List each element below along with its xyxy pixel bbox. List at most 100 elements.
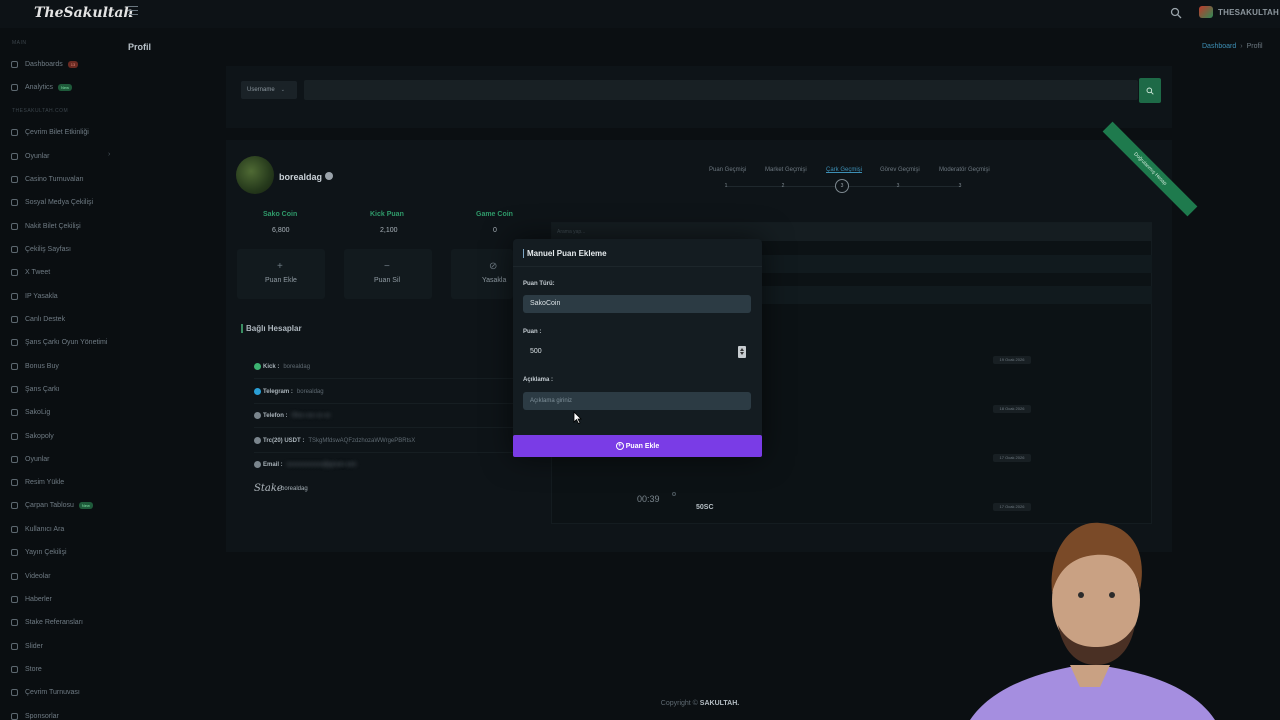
- sidebar-item-cekilis[interactable]: Çekiliş Sayfası: [11, 242, 71, 256]
- sidebar-item-label: Oyunlar: [25, 152, 50, 160]
- tab-market-gecmisi[interactable]: Market Geçmişi: [765, 167, 807, 173]
- sidebar-item-destek[interactable]: Canlı Destek: [11, 312, 65, 326]
- sidebar-item-kullanici[interactable]: Kullanıcı Ara: [11, 522, 64, 536]
- video-icon: [11, 572, 18, 580]
- stat-kick-puan-value: 2,100: [380, 227, 398, 234]
- sidebar-item-label: Resim Yükle: [25, 478, 65, 486]
- sidebar-item-label: Canlı Destek: [25, 315, 66, 323]
- points-amount-input[interactable]: 500: [523, 343, 751, 361]
- news-icon: [11, 595, 18, 603]
- tab-gorev-gecmisi[interactable]: Görev Geçmişi: [880, 167, 920, 173]
- count-badge: 13: [67, 60, 79, 68]
- history-date: 18 Ocak 2026: [993, 405, 1031, 413]
- add-points-label: Puan Ekle: [625, 442, 660, 450]
- sidebar-item-label: Yayın Çekilişi: [25, 548, 67, 556]
- sidebar-item-slider[interactable]: Slider: [11, 639, 43, 653]
- search-icon[interactable]: [1170, 7, 1182, 19]
- stat-sako-coin-value: 6,800: [272, 227, 290, 234]
- sidebar-item-ip[interactable]: IP Yasakla: [11, 289, 58, 303]
- sidebar-item-label: X Tweet: [25, 268, 51, 276]
- sidebar-item-resim[interactable]: Resim Yükle: [11, 475, 64, 489]
- sidebar-item-sakopoly[interactable]: Sakopoly: [11, 429, 54, 443]
- tab-moderator-gecmisi[interactable]: Moderatör Geçmişi: [939, 167, 990, 173]
- sidebar-item-bonus[interactable]: Bonus Buy: [11, 359, 59, 373]
- sidebar-item-haberler[interactable]: Haberler: [11, 592, 52, 606]
- top-bar: TheSakultah THESAKULTAH: [0, 0, 1280, 28]
- chevron-down-icon: ⌄: [280, 87, 285, 93]
- sidebar-section-main: MAIN: [12, 40, 27, 46]
- action-label: Puan Ekle: [265, 277, 297, 284]
- sidebar-item-x-tweet[interactable]: X Tweet: [11, 265, 50, 279]
- footer-copyright: Copyright ©: [660, 700, 698, 707]
- store-icon: [11, 665, 18, 673]
- bonus-icon: [11, 362, 18, 370]
- stat-game-coin-value: 0: [493, 227, 497, 234]
- account-value: TSkgMfdswAQFzdzhozaWWrgePBRtsX: [308, 437, 416, 444]
- sidebar-item-sans-yonetim[interactable]: Şans Çarkı Oyun Yönetimi: [11, 335, 107, 349]
- sidebar-item-nakit[interactable]: Nakit Bilet Çekilişi: [11, 219, 81, 233]
- sidebar-item-sakolig[interactable]: SakoLig: [11, 405, 50, 419]
- search-icon: [1146, 87, 1154, 95]
- sidebar-item-analytics[interactable]: Analytics New: [11, 80, 73, 94]
- sidebar-item-sosyal[interactable]: Sosyal Medya Çekilişi: [11, 195, 93, 209]
- sidebar-item-carpan[interactable]: Çarpan Tablosu New: [11, 498, 93, 512]
- sidebar: MAIN Dashboards 13 Analytics New THESAKULT…: [0, 28, 120, 720]
- search-input[interactable]: [304, 80, 1138, 100]
- add-points-button[interactable]: + Puan Ekle: [513, 435, 762, 457]
- stake-username: borealdag: [281, 486, 308, 492]
- tab-cark-gecmisi[interactable]: Çark Geçmişi: [826, 167, 862, 173]
- sidebar-item-oyunlar-2[interactable]: Oyunlar: [11, 452, 50, 466]
- telegram-icon: [254, 388, 261, 395]
- sidebar-item-label: Sakopoly: [25, 432, 54, 440]
- sidebar-item-dashboards[interactable]: Dashboards 13: [11, 57, 79, 71]
- sidebar-item-oyunlar[interactable]: Oyunlar: [11, 149, 50, 163]
- sidebar-item-cevrim-bilet[interactable]: Çevrim Bilet Etkinliği: [11, 125, 89, 139]
- username-label[interactable]: THESAKULTAH: [1218, 8, 1279, 17]
- search-button[interactable]: [1139, 78, 1161, 103]
- logo[interactable]: TheSakultah: [34, 5, 134, 21]
- step-count: 1: [724, 183, 728, 189]
- broadcast-icon: [11, 548, 18, 556]
- menu-icon[interactable]: [128, 6, 138, 16]
- sidebar-item-cevrim-turnuva[interactable]: Çevrim Turnuvası: [11, 685, 80, 699]
- gift-icon: [11, 245, 18, 253]
- app: TheSakultah THESAKULTAH MAIN Dashboards 1…: [0, 0, 1280, 720]
- divider: [254, 378, 514, 379]
- sidebar-item-sponsorlar[interactable]: Sponsorlar: [11, 709, 59, 720]
- sidebar-item-stake-ref[interactable]: Stake Referansları: [11, 615, 83, 629]
- description-label: Açıklama :: [523, 377, 554, 383]
- number-spinner[interactable]: [738, 346, 746, 358]
- yasakla-action[interactable]: ⊘ Yasakla: [451, 249, 513, 299]
- step-count: 3: [896, 183, 900, 189]
- breadcrumb: Dashboard › Profil: [1202, 43, 1263, 50]
- step-count: 2: [781, 183, 785, 189]
- account-key: Trc(20) USDT :: [263, 437, 305, 444]
- account-value: borealdag: [296, 388, 324, 395]
- points-type-select[interactable]: SakoCoin: [523, 295, 751, 313]
- sidebar-item-label: IP Yasakla: [25, 292, 58, 300]
- breadcrumb-dashboard[interactable]: Dashboard: [1202, 43, 1236, 50]
- ban-icon: [11, 292, 18, 300]
- puan-sil-action[interactable]: − Puan Sil: [344, 249, 432, 299]
- account-telegram: Telegram : borealdag: [254, 388, 324, 395]
- sidebar-item-label: Şans Çarkı Oyun Yönetimi: [25, 338, 108, 346]
- ticket-icon: [11, 128, 18, 136]
- description-input[interactable]: Açıklama giriniz: [523, 392, 751, 410]
- trophy-icon: [11, 688, 18, 696]
- sidebar-item-videolar[interactable]: Videolar: [11, 569, 51, 583]
- sidebar-item-label: Store: [25, 665, 42, 673]
- user-avatar[interactable]: [1199, 6, 1213, 18]
- blurred-value: xxxxxxxxxxxx@gmail.com: [286, 461, 357, 468]
- tab-puan-gecmisi[interactable]: Puan Geçmişi: [709, 167, 746, 173]
- sidebar-item-yayin[interactable]: Yayın Çekilişi: [11, 545, 67, 559]
- puan-ekle-action[interactable]: + Puan Ekle: [237, 249, 325, 299]
- account-value: borealdag: [283, 363, 311, 370]
- sidebar-item-casino[interactable]: Casino Turnuvaları: [11, 172, 84, 186]
- search-type-select[interactable]: Username ⌄: [241, 81, 297, 99]
- history-date: 17 Ocak 2026: [993, 503, 1031, 511]
- modal-title: Manuel Puan Ekleme: [523, 249, 607, 258]
- sidebar-item-sans-carki[interactable]: Şans Çarkı: [11, 382, 60, 396]
- divider: [254, 427, 514, 428]
- sidebar-item-label: Nakit Bilet Çekilişi: [25, 222, 81, 230]
- sidebar-item-store[interactable]: Store: [11, 662, 42, 676]
